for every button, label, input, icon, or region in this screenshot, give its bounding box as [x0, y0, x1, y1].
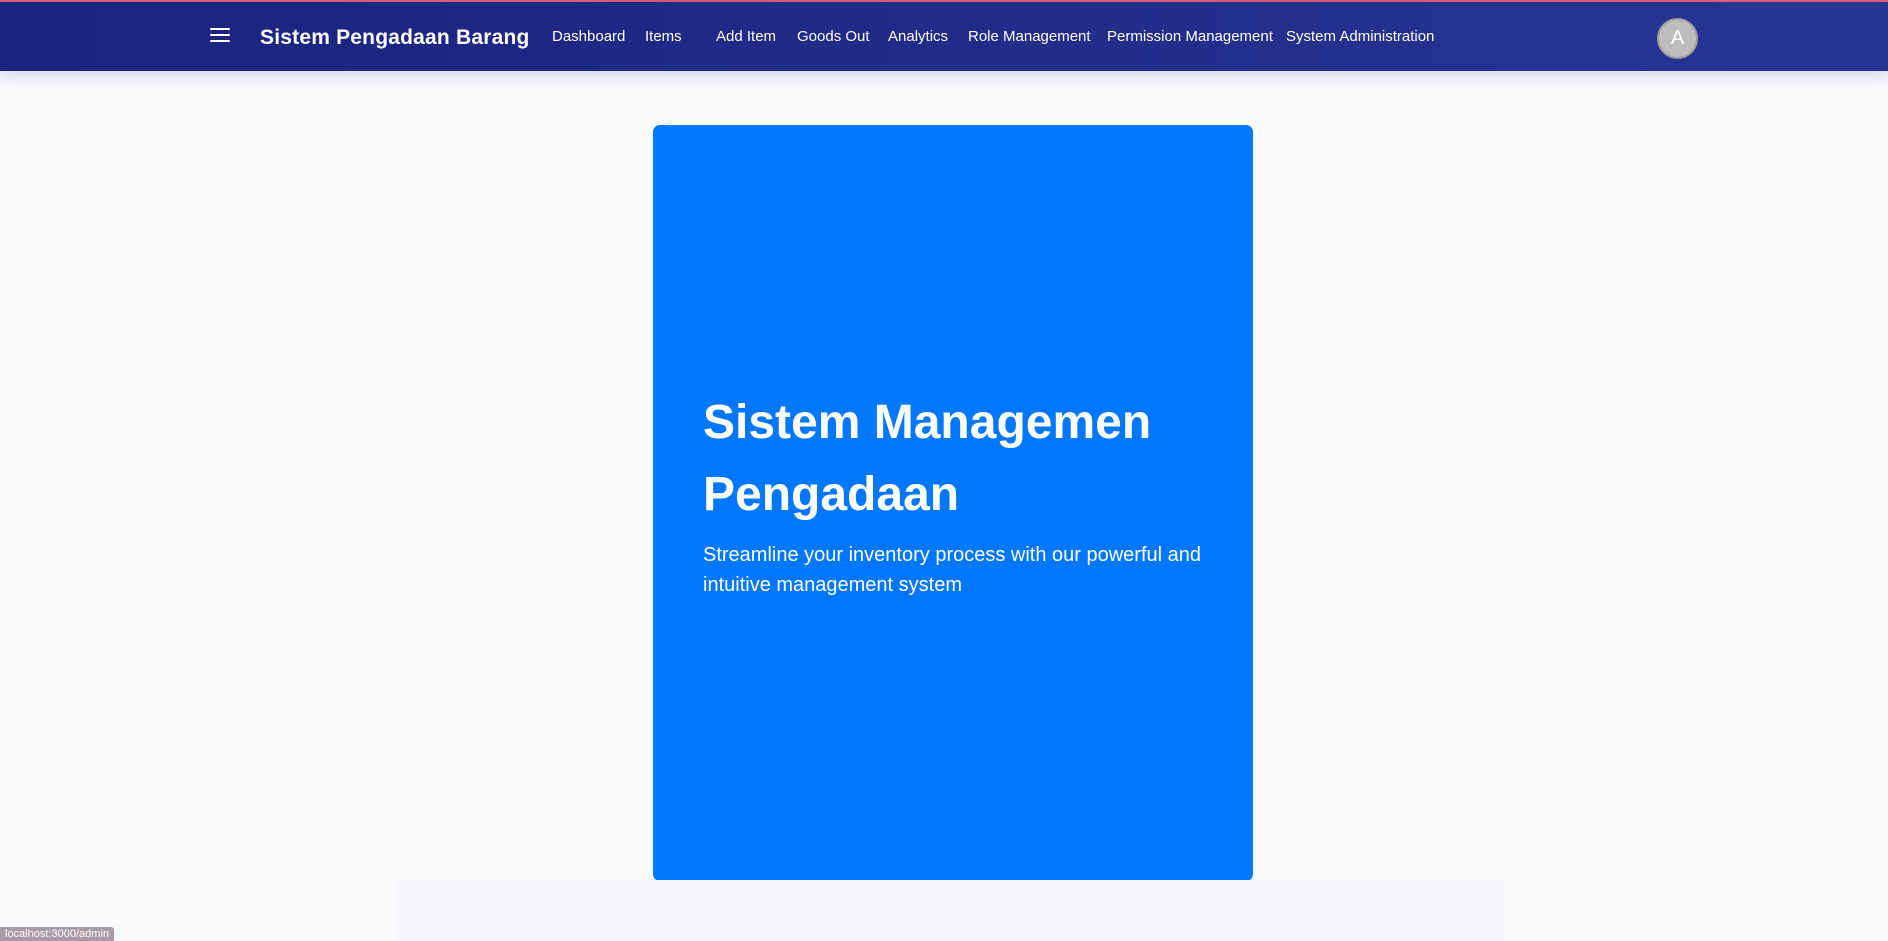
nav-link-system-administration[interactable]: System Administration — [1286, 28, 1434, 45]
hero-card: Sistem Managemen Pengadaan Streamline yo… — [653, 125, 1253, 881]
nav-link-goods-out[interactable]: Goods Out — [797, 28, 870, 45]
nav-link-items[interactable]: Items — [645, 28, 682, 45]
browser-status-url: localhost:3000/admin — [0, 927, 114, 941]
hamburger-menu-icon[interactable] — [210, 28, 230, 44]
app-brand-title[interactable]: Sistem Pengadaan Barang — [260, 26, 530, 50]
user-avatar[interactable]: A — [1657, 18, 1698, 59]
top-navbar: Sistem Pengadaan Barang Dashboard Items … — [0, 2, 1888, 71]
nav-link-role-management[interactable]: Role Management — [968, 28, 1091, 45]
hero-title: Sistem Managemen Pengadaan — [703, 396, 1152, 521]
nav-link-permission-management[interactable]: Permission Management — [1107, 28, 1273, 45]
hero-subtitle: Streamline your inventory process with o… — [703, 544, 1202, 596]
nav-link-dashboard[interactable]: Dashboard — [552, 28, 625, 45]
nav-link-analytics[interactable]: Analytics — [888, 28, 948, 45]
content-footer-strip — [395, 880, 1505, 941]
nav-link-add-item[interactable]: Add Item — [716, 28, 776, 45]
